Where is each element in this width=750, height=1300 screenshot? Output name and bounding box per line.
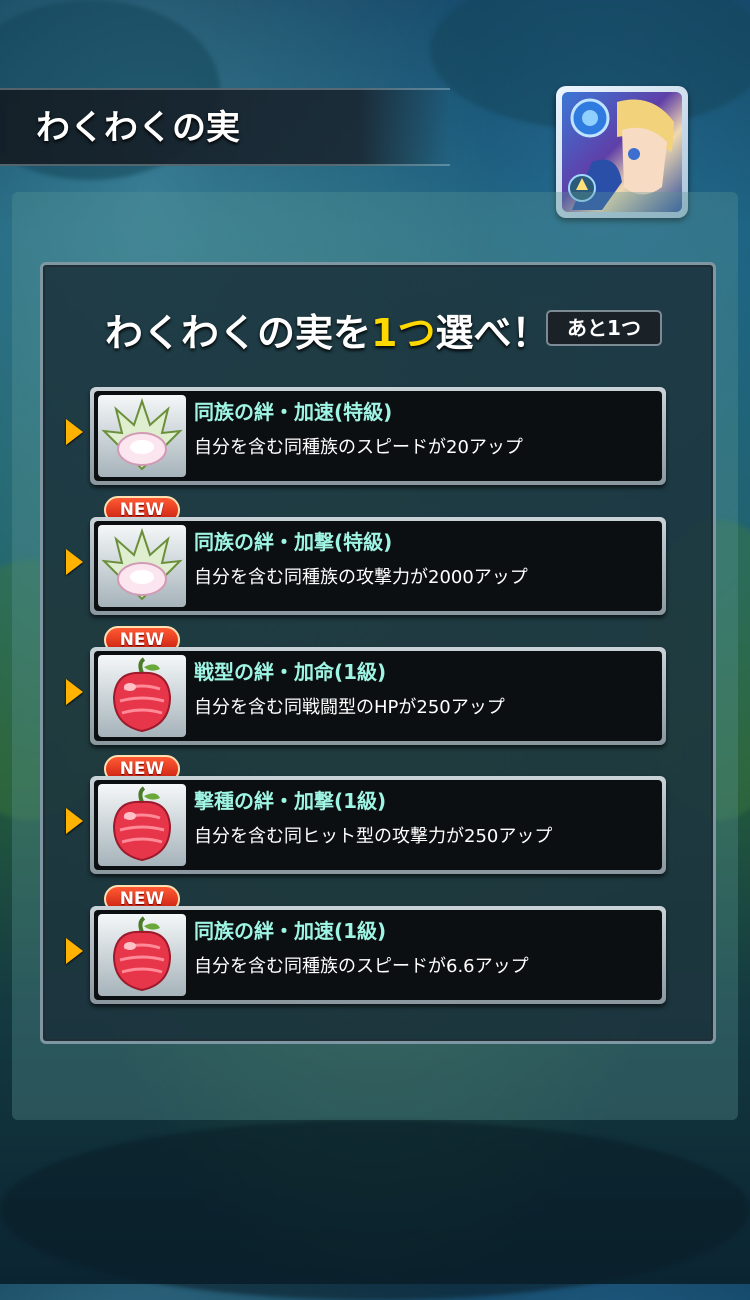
option-row-4[interactable]: 撃種の絆・加撃(1級) 自分を含む同ヒット型の攻撃力が250アップ — [90, 776, 666, 874]
heading-text: わくわくの実を — [105, 311, 372, 355]
heading-verb: 選べ！ — [435, 311, 550, 355]
white-fruit-icon — [98, 395, 186, 477]
selection-heading: わくわくの実を1つ選べ！ — [105, 302, 549, 357]
selection-arrow-icon — [66, 808, 83, 834]
option-description: 自分を含む同ヒット型の攻撃力が250アップ — [194, 826, 553, 847]
white-fruit-icon — [98, 525, 186, 607]
option-title: 同族の絆・加撃(特級) — [194, 530, 393, 554]
option-title: 戦型の絆・加命(1級) — [194, 660, 387, 684]
red-fruit-icon — [98, 914, 186, 996]
red-fruit-icon — [98, 784, 186, 866]
option-description: 自分を含む同種族のスピードが20アップ — [194, 437, 523, 458]
option-description: 自分を含む同種族のスピードが6.6アップ — [194, 956, 529, 977]
selection-arrow-icon — [66, 419, 83, 445]
remaining-count-badge: あと1つ — [546, 310, 662, 346]
option-row-1[interactable]: 同族の絆・加速(特級) 自分を含む同種族のスピードが20アップ — [90, 387, 666, 485]
heading-count: 1つ — [371, 311, 436, 355]
option-row-2[interactable]: 同族の絆・加撃(特級) 自分を含む同種族の攻撃力が2000アップ — [90, 517, 666, 615]
option-row-5[interactable]: 同族の絆・加速(1級) 自分を含む同種族のスピードが6.6アップ — [90, 906, 666, 1004]
page-title: わくわくの実 — [36, 108, 240, 148]
option-title: 同族の絆・加速(特級) — [194, 400, 393, 424]
red-fruit-icon — [98, 655, 186, 737]
selection-arrow-icon — [66, 679, 83, 705]
option-title: 同族の絆・加速(1級) — [194, 919, 387, 943]
selection-arrow-icon — [66, 938, 83, 964]
option-description: 自分を含む同種族の攻撃力が2000アップ — [194, 567, 528, 588]
option-row-3[interactable]: 戦型の絆・加命(1級) 自分を含む同戦闘型のHPが250アップ — [90, 647, 666, 745]
option-title: 撃種の絆・加撃(1級) — [194, 789, 387, 813]
option-description: 自分を含む同戦闘型のHPが250アップ — [194, 697, 505, 718]
selection-arrow-icon — [66, 549, 83, 575]
